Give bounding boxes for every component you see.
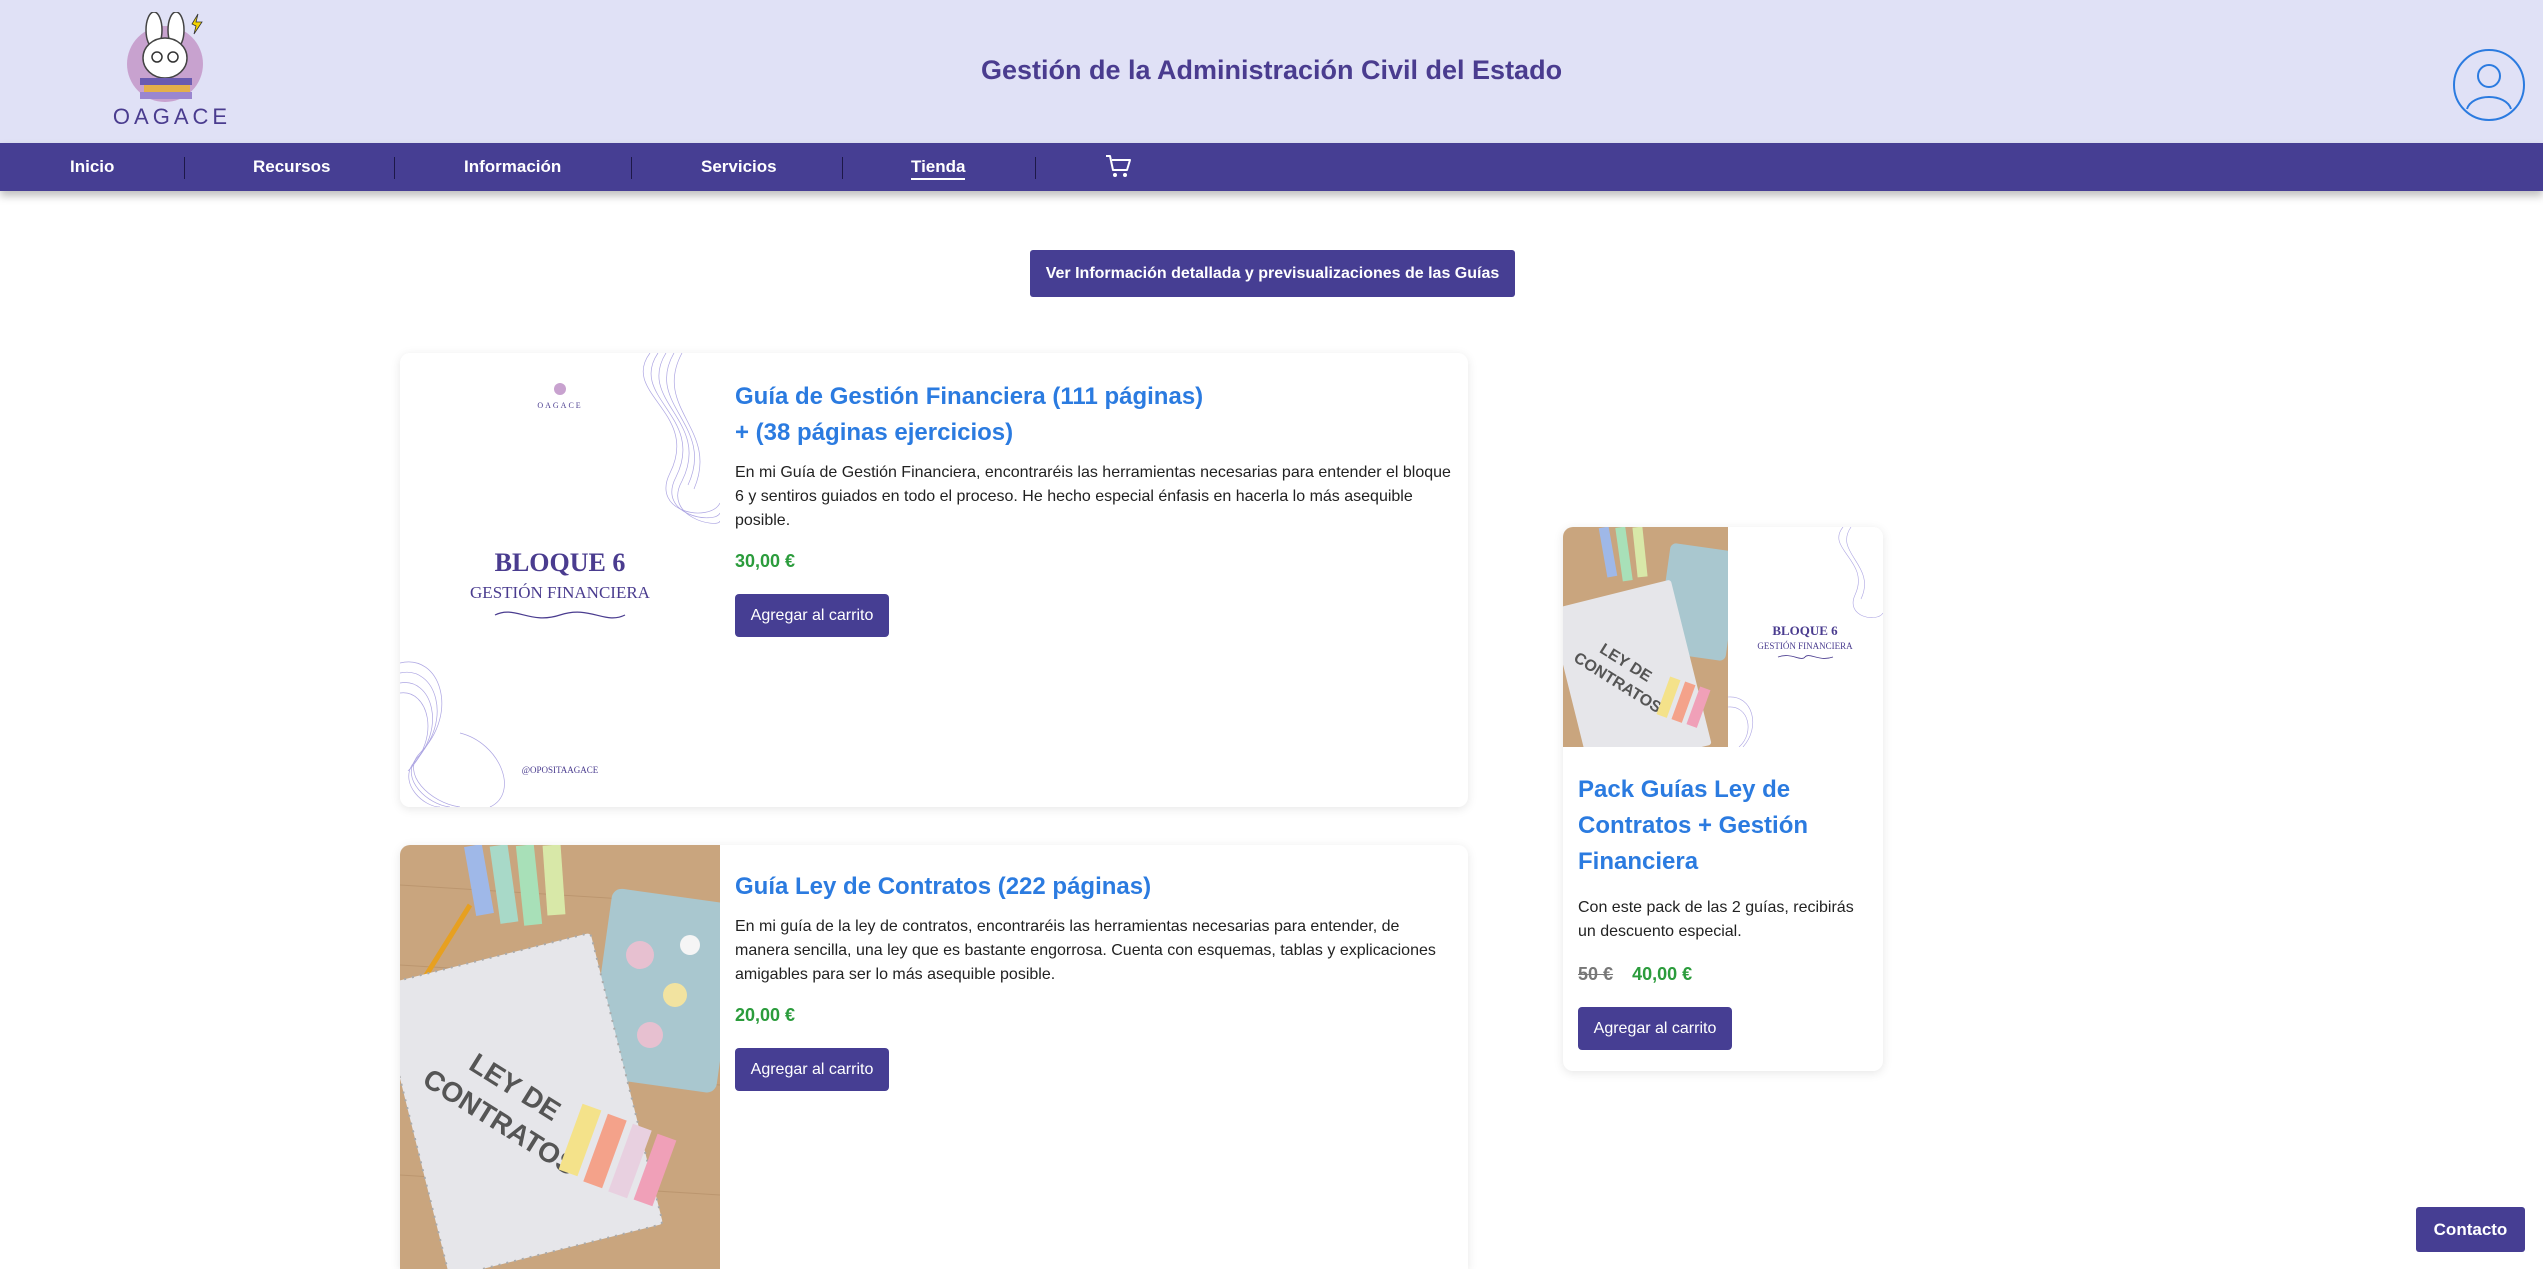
nav-item-servicios[interactable]: Servicios bbox=[701, 143, 777, 191]
product-title-line: + (38 páginas ejercicios) bbox=[735, 419, 1014, 446]
main-nav: Inicio Recursos Información Servicios Ti… bbox=[0, 143, 2543, 191]
product-old-price: 50 € bbox=[1578, 964, 1614, 984]
guides-detail-button[interactable]: Ver Información detallada y previsualiza… bbox=[1030, 250, 1515, 297]
user-account-icon[interactable] bbox=[2452, 48, 2526, 122]
site-header: OAGACE Gestión de la Administración Civi… bbox=[0, 0, 2543, 143]
cover-handle: @OPOSITAAGACE bbox=[522, 765, 599, 775]
product-description: Con este pack de las 2 guías, recibirás … bbox=[1578, 899, 1854, 940]
product-price: 30,00 € bbox=[735, 551, 796, 571]
nav-item-informacion[interactable]: Información bbox=[464, 143, 561, 191]
cover-subject: GESTIÓN FINANCIERA bbox=[470, 583, 651, 602]
nav-label: Servicios bbox=[701, 157, 777, 176]
nav-item-tienda[interactable]: Tienda bbox=[911, 143, 966, 191]
product-image[interactable]: OAGACE BLOQUE 6 GESTIÓN FINANCIERA @OPOS… bbox=[400, 353, 721, 807]
product-title[interactable]: Guía de Gestión Financiera (111 páginas)… bbox=[735, 379, 1453, 451]
cover-logo: OAGACE bbox=[537, 401, 582, 410]
product-price-block: 50 € 40,00 € bbox=[1578, 964, 1868, 985]
product-price: 40,00 € bbox=[1632, 964, 1693, 984]
product-title[interactable]: Pack Guías Ley de Contratos + Gestión Fi… bbox=[1578, 772, 1868, 880]
cover-subject: GESTIÓN FINANCIERA bbox=[1757, 641, 1853, 651]
product-title-line: Financiera bbox=[1578, 848, 1699, 875]
product-image[interactable]: LEY DE CONTRATOS bbox=[400, 845, 741, 1269]
contact-button[interactable]: Contacto bbox=[2416, 1207, 2525, 1252]
product-image[interactable]: LEY DE CONTRATOS BLOQUE 6 GESTIÓN FINANC… bbox=[1563, 527, 1883, 775]
product-title-line: Guía de Gestión Financiera (111 páginas) bbox=[735, 383, 1204, 410]
cover-bloque: BLOQUE 6 bbox=[1772, 623, 1838, 638]
product-price: 20,00 € bbox=[735, 1005, 796, 1025]
product-info: Guía Ley de Contratos (222 páginas) En m… bbox=[735, 869, 1453, 1091]
product-title[interactable]: Guía Ley de Contratos (222 páginas) bbox=[735, 869, 1453, 905]
add-to-cart-button[interactable]: Agregar al carrito bbox=[735, 1048, 889, 1091]
cart-icon[interactable] bbox=[1104, 152, 1132, 180]
nav-label: Inicio bbox=[70, 157, 115, 176]
product-card-pack: LEY DE CONTRATOS BLOQUE 6 GESTIÓN FINANC… bbox=[1563, 527, 1883, 1071]
cover-bloque: BLOQUE 6 bbox=[495, 548, 626, 577]
product-description: En mi Guía de Gestión Financiera, encont… bbox=[735, 464, 1451, 529]
logo-text: OAGACE bbox=[112, 104, 232, 129]
nav-item-recursos[interactable]: Recursos bbox=[253, 143, 330, 191]
product-title-line: Pack Guías Ley de bbox=[1578, 776, 1791, 803]
nav-item-inicio[interactable]: Inicio bbox=[70, 143, 114, 191]
nav-divider bbox=[394, 157, 395, 179]
nav-label: Tienda bbox=[911, 157, 966, 180]
add-to-cart-button[interactable]: Agregar al carrito bbox=[1578, 1007, 1732, 1050]
product-card-gestion-financiera: OAGACE BLOQUE 6 GESTIÓN FINANCIERA @OPOS… bbox=[400, 353, 1468, 807]
nav-divider bbox=[631, 157, 632, 179]
product-info: Guía de Gestión Financiera (111 páginas)… bbox=[735, 379, 1453, 637]
product-title-line: Contratos + Gestión bbox=[1578, 812, 1809, 839]
nav-divider bbox=[184, 157, 185, 179]
nav-label: Información bbox=[464, 157, 562, 176]
product-info: Pack Guías Ley de Contratos + Gestión Fi… bbox=[1578, 772, 1868, 1050]
nav-divider bbox=[842, 157, 843, 179]
product-description: En mi guía de la ley de contratos, encon… bbox=[735, 918, 1436, 983]
nav-label: Recursos bbox=[253, 157, 331, 176]
product-card-ley-contratos: LEY DE CONTRATOS Guía Ley de Contratos (… bbox=[400, 845, 1468, 1269]
site-title: Gestión de la Administración Civil del E… bbox=[980, 55, 1563, 85]
nav-divider bbox=[1035, 157, 1036, 179]
add-to-cart-button[interactable]: Agregar al carrito bbox=[735, 594, 889, 637]
